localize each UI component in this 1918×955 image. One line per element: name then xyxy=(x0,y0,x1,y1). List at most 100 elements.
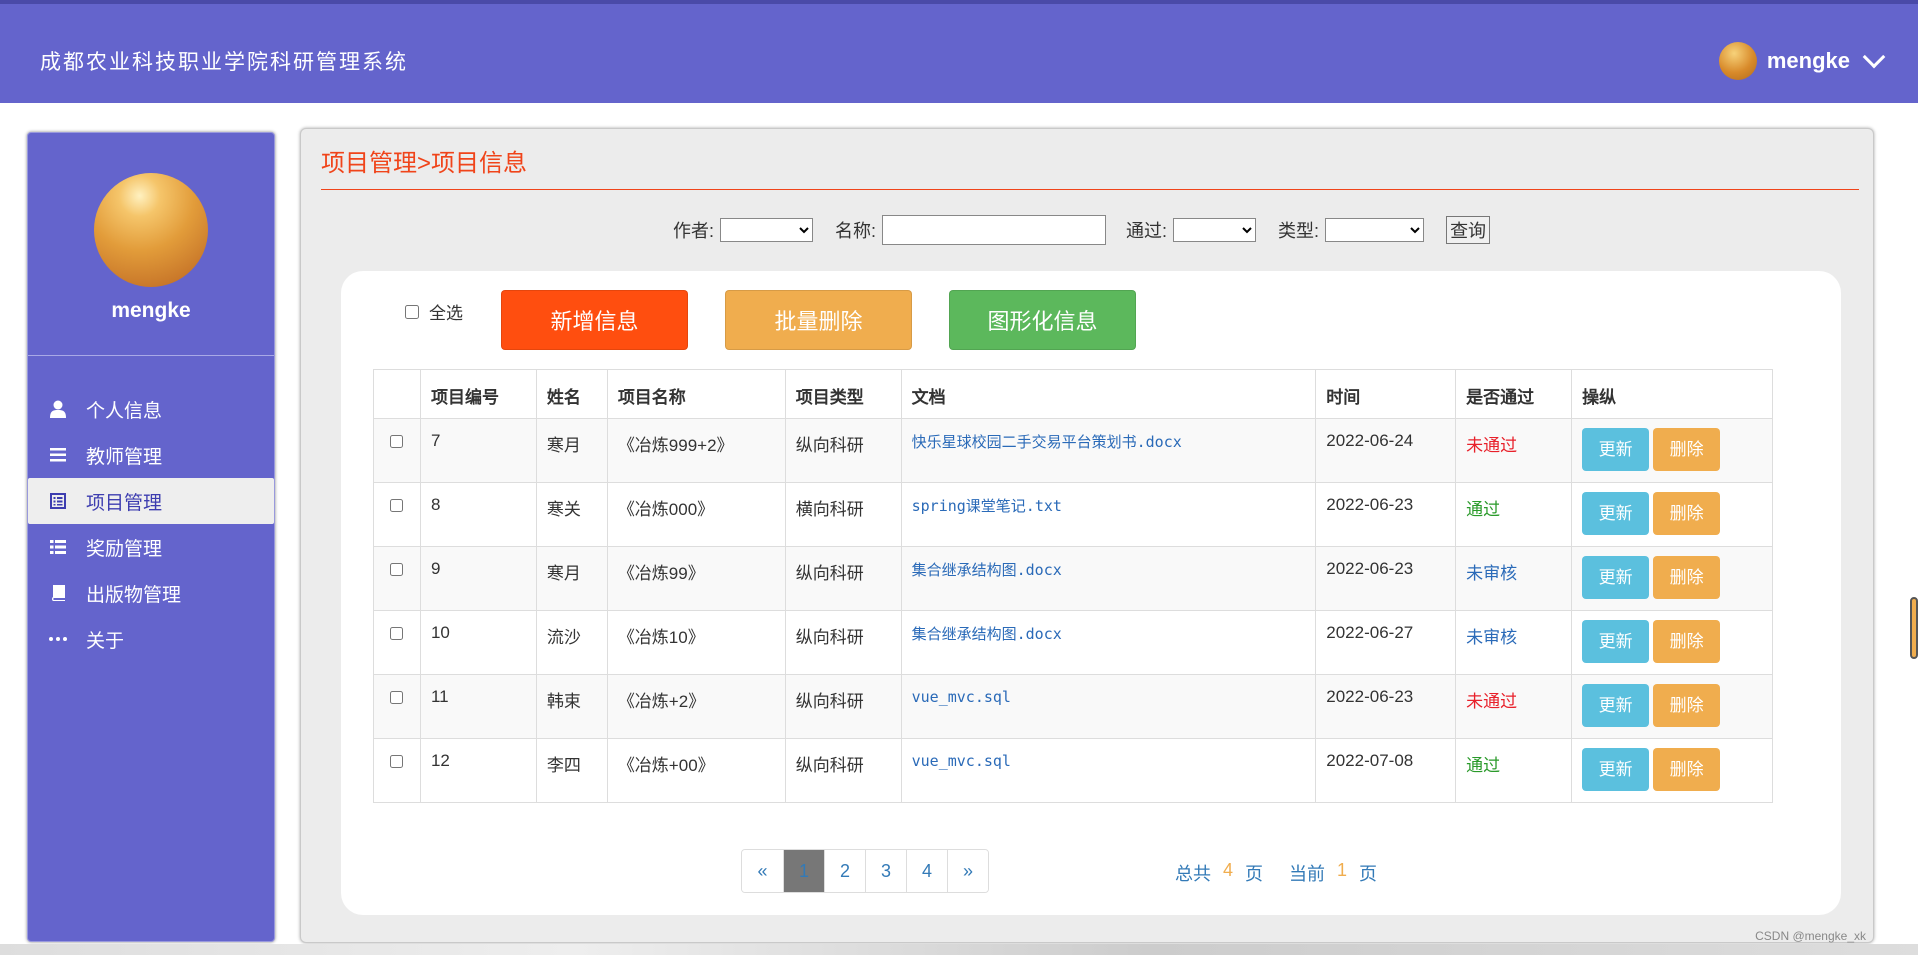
cell-date: 2022-06-23 xyxy=(1315,482,1457,547)
chevron-down-icon[interactable] xyxy=(1862,45,1886,69)
delete-button[interactable]: 删除 xyxy=(1653,556,1721,599)
delete-button[interactable]: 删除 xyxy=(1653,684,1721,727)
select-all-checkbox[interactable] xyxy=(405,304,419,319)
pagination: « 1 2 3 4 » xyxy=(741,849,989,893)
avatar[interactable] xyxy=(1718,42,1757,80)
total-label: 总共 xyxy=(1175,864,1211,884)
doc-link[interactable]: vue_mvc.sql xyxy=(912,688,1011,706)
content-card: 全选 新增信息 批量删除 图形化信息 项目编号 姓名 项目名称 项目类型 文档 … xyxy=(341,271,1841,915)
user-menu[interactable]: mengke xyxy=(1718,42,1886,80)
status-text: 未通过 xyxy=(1466,436,1518,455)
update-button[interactable]: 更新 xyxy=(1582,620,1650,663)
sidebar-nav: 个人信息 教师管理 项目管理 奖励管理 出版物管理 关于 xyxy=(28,386,274,662)
type-select[interactable] xyxy=(1325,218,1425,242)
doc-link[interactable]: 集合继承结构图.docx xyxy=(912,625,1062,643)
cell-name: 韩束 xyxy=(535,674,608,739)
doc-link[interactable]: 快乐星球校园二手交易平台策划书.docx xyxy=(912,433,1182,451)
row-checkbox-cell xyxy=(373,674,421,739)
name-label: 名称: xyxy=(835,221,877,241)
name-input[interactable] xyxy=(882,215,1107,245)
row-checkbox[interactable] xyxy=(390,499,404,512)
sidebar: mengke 个人信息 教师管理 项目管理 奖励管理 出版物管理 关于 xyxy=(27,132,275,942)
select-all[interactable]: 全选 xyxy=(405,299,463,324)
sidebar-item-about[interactable]: 关于 xyxy=(28,616,274,662)
select-all-label: 全选 xyxy=(429,304,463,323)
sidebar-item-publications[interactable]: 出版物管理 xyxy=(28,570,274,616)
table-row: 7 寒月 《冶炼999+2》 纵向科研 快乐星球校园二手交易平台策划书.docx 2022… xyxy=(373,418,1773,483)
column-header: 姓名 xyxy=(535,369,608,419)
cell-id: 7 xyxy=(419,418,537,483)
user-icon xyxy=(48,400,68,418)
cell-id: 9 xyxy=(419,546,537,611)
page-button-3[interactable]: 3 xyxy=(865,850,906,892)
profile-avatar xyxy=(94,173,208,287)
column-header: 项目编号 xyxy=(419,369,537,419)
page-button-1[interactable]: 1 xyxy=(783,850,824,892)
cell-date: 2022-06-27 xyxy=(1315,610,1457,675)
cell-actions: 更新 删除 xyxy=(1571,610,1773,675)
update-button[interactable]: 更新 xyxy=(1582,428,1650,471)
table-row: 10 流沙 《冶炼10》 纵向科研 集合继承结构图.docx 2022-06-27 未审核 更… xyxy=(373,610,1773,675)
current-label: 当前 xyxy=(1289,864,1326,884)
update-button[interactable]: 更新 xyxy=(1582,748,1650,791)
page-button-2[interactable]: 2 xyxy=(824,850,865,892)
doc-link[interactable]: spring课堂笔记.txt xyxy=(912,497,1062,515)
cell-type: 纵向科研 xyxy=(784,418,902,483)
sidebar-item-awards[interactable]: 奖励管理 xyxy=(28,524,274,570)
cell-name: 寒关 xyxy=(535,482,608,547)
row-checkbox[interactable] xyxy=(390,627,404,640)
author-select[interactable] xyxy=(720,218,814,242)
cell-id: 12 xyxy=(419,738,537,803)
query-button[interactable]: 查询 xyxy=(1446,216,1491,244)
sidebar-item-label: 教师管理 xyxy=(86,446,163,468)
status-text: 未审核 xyxy=(1466,628,1518,647)
current-page: 1 xyxy=(1337,860,1348,880)
next-page-button[interactable]: » xyxy=(947,850,988,892)
top-header: 成都农业科技职业学院科研管理系统 mengke xyxy=(0,0,1918,103)
update-button[interactable]: 更新 xyxy=(1582,556,1650,599)
sidebar-item-label: 奖励管理 xyxy=(86,538,163,560)
cell-status: 未通过 xyxy=(1455,418,1573,483)
taskbar-strip xyxy=(0,944,1918,955)
column-header: 项目名称 xyxy=(606,369,786,419)
doc-link[interactable]: 集合继承结构图.docx xyxy=(912,561,1062,579)
cell-type: 纵向科研 xyxy=(784,610,902,675)
cell-status: 通过 xyxy=(1455,482,1573,547)
sidebar-item-projects[interactable]: 项目管理 xyxy=(28,478,274,524)
cell-doc: vue_mvc.sql xyxy=(900,674,1317,739)
sidebar-item-teachers[interactable]: 教师管理 xyxy=(28,432,274,478)
batch-delete-button[interactable]: 批量删除 xyxy=(725,290,912,350)
row-checkbox[interactable] xyxy=(390,435,404,448)
passed-select[interactable] xyxy=(1173,218,1257,242)
sidebar-item-profile[interactable]: 个人信息 xyxy=(28,386,274,432)
page-button-4[interactable]: 4 xyxy=(906,850,947,892)
main-panel: 项目管理>项目信息 作者: 名称: 通过: 类型: 查询 全选 新增信息 批量删… xyxy=(300,128,1874,943)
column-header: 是否通过 xyxy=(1455,369,1573,419)
row-checkbox[interactable] xyxy=(390,563,404,576)
update-button[interactable]: 更新 xyxy=(1582,684,1650,727)
cell-status: 通过 xyxy=(1455,738,1573,803)
table-row: 11 韩束 《冶炼+2》 纵向科研 vue_mvc.sql 2022-06-23 未通过 更新… xyxy=(373,674,1773,739)
delete-button[interactable]: 删除 xyxy=(1653,492,1721,535)
prev-page-button[interactable]: « xyxy=(742,850,783,892)
delete-button[interactable]: 删除 xyxy=(1653,748,1721,791)
update-button[interactable]: 更新 xyxy=(1582,492,1650,535)
cell-doc: 快乐星球校园二手交易平台策划书.docx xyxy=(900,418,1317,483)
row-checkbox[interactable] xyxy=(390,691,404,704)
cell-project: 《冶炼99》 xyxy=(606,546,786,611)
chart-button[interactable]: 图形化信息 xyxy=(949,290,1136,350)
doc-link[interactable]: vue_mvc.sql xyxy=(912,752,1011,770)
row-checkbox[interactable] xyxy=(390,755,404,768)
cell-status: 未审核 xyxy=(1455,610,1573,675)
list-alt-icon xyxy=(48,492,68,510)
row-checkbox-cell xyxy=(373,418,421,483)
delete-button[interactable]: 删除 xyxy=(1653,620,1721,663)
add-button[interactable]: 新增信息 xyxy=(501,290,688,350)
sidebar-divider xyxy=(28,355,274,356)
header-username[interactable]: mengke xyxy=(1767,48,1850,74)
delete-button[interactable]: 删除 xyxy=(1653,428,1721,471)
scrollbar-handle[interactable] xyxy=(1910,597,1918,659)
cell-project: 《冶炼+00》 xyxy=(606,738,786,803)
row-checkbox-cell xyxy=(373,546,421,611)
title-divider xyxy=(321,189,1859,190)
